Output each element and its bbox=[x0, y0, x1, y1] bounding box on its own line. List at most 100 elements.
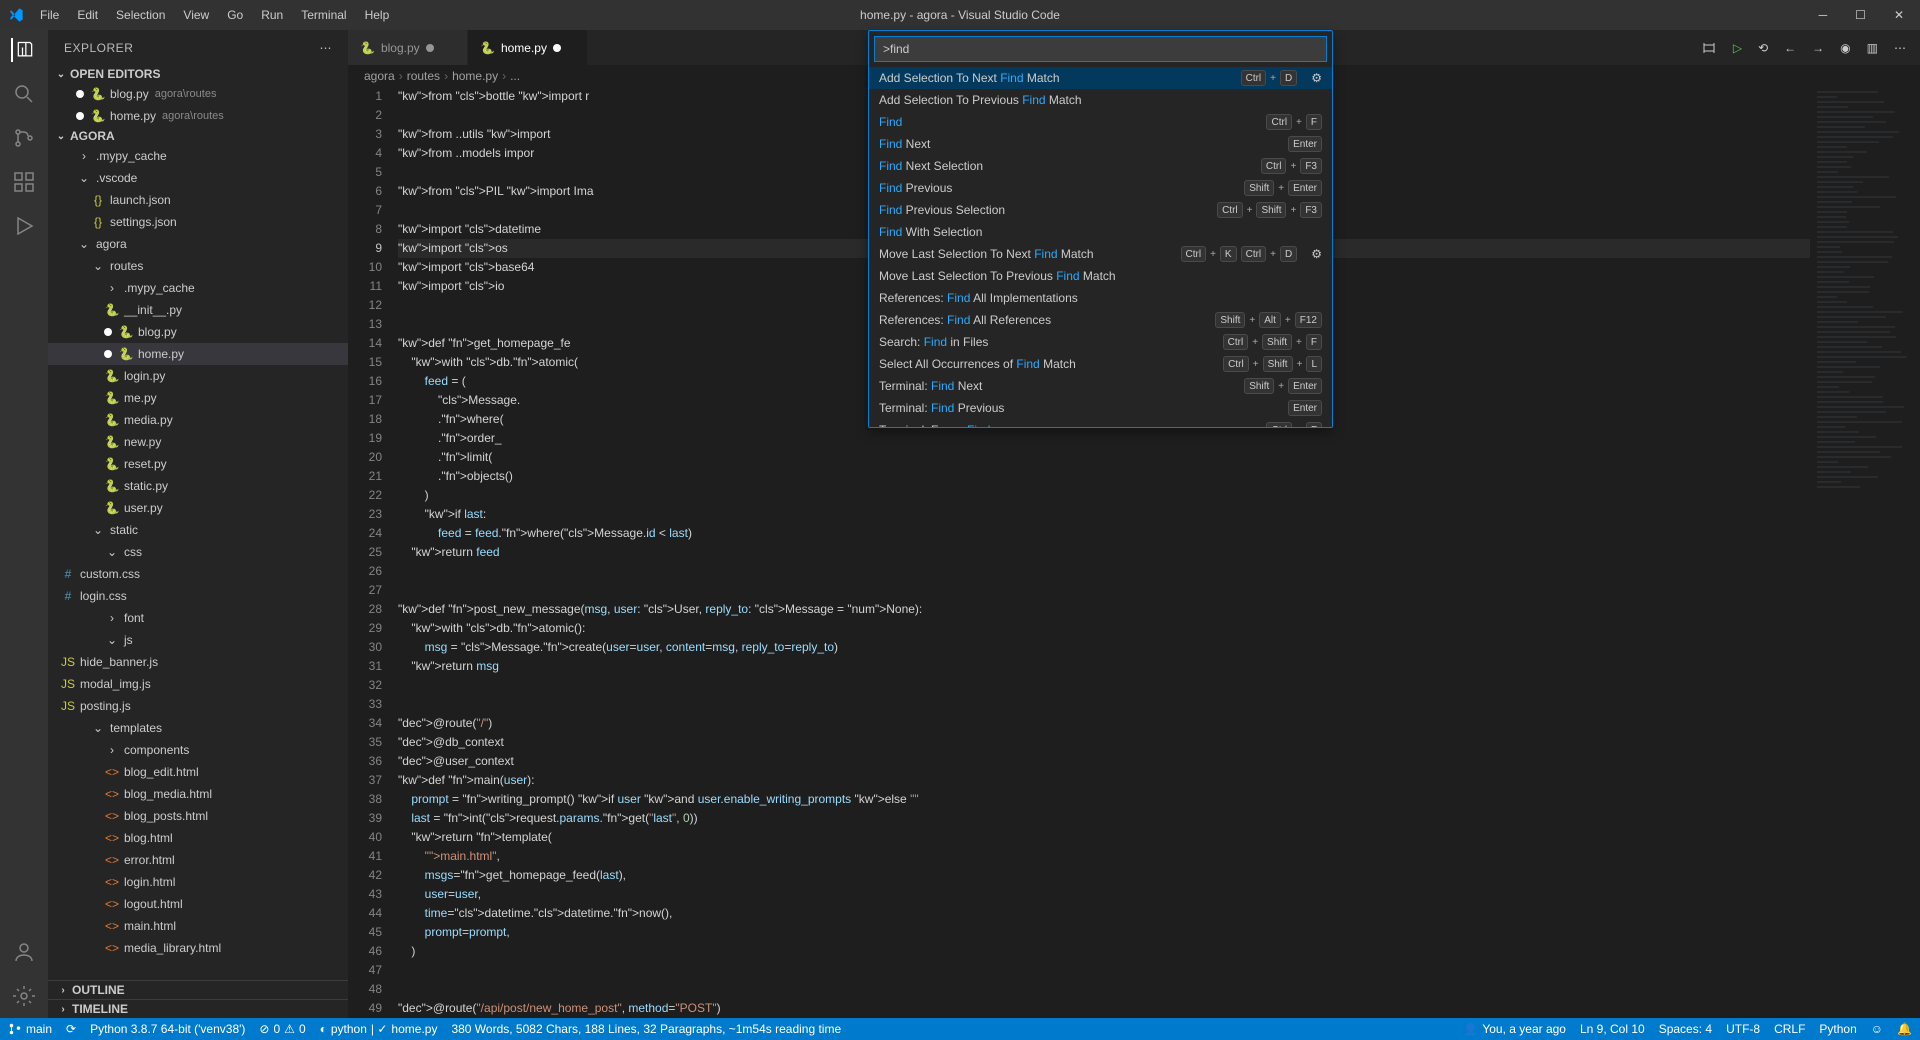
folder-item[interactable]: ⌄static bbox=[48, 519, 348, 541]
compare-icon[interactable] bbox=[1699, 38, 1719, 58]
palette-item[interactable]: Find Next SelectionCtrl+F3 bbox=[869, 155, 1332, 177]
accounts-icon[interactable] bbox=[12, 940, 36, 964]
file-item[interactable]: <>logout.html bbox=[48, 893, 348, 915]
file-item[interactable]: 🐍blog.py bbox=[48, 321, 348, 343]
palette-item[interactable]: Add Selection To Previous Find Match bbox=[869, 89, 1332, 111]
breadcrumb-item[interactable]: home.py bbox=[452, 69, 498, 83]
settings-gear-icon[interactable] bbox=[12, 984, 36, 1008]
file-item[interactable]: <>login.html bbox=[48, 871, 348, 893]
folder-item[interactable]: ›.mypy_cache bbox=[48, 145, 348, 167]
file-item[interactable]: 🐍new.py bbox=[48, 431, 348, 453]
file-item[interactable]: 🐍__init__.py bbox=[48, 299, 348, 321]
palette-item[interactable]: Find PreviousShift+Enter bbox=[869, 177, 1332, 199]
next-icon[interactable]: → bbox=[1810, 39, 1826, 57]
file-item[interactable]: JShide_banner.js bbox=[48, 651, 348, 673]
palette-item[interactable]: Move Last Selection To Previous Find Mat… bbox=[869, 265, 1332, 287]
run-icon[interactable]: ▷ bbox=[1731, 39, 1744, 57]
status-blame[interactable]: 👤 You, a year ago bbox=[1463, 1022, 1566, 1036]
file-item[interactable]: JSposting.js bbox=[48, 695, 348, 717]
open-editor-item[interactable]: 🐍blog.pyagora\routes bbox=[48, 83, 348, 105]
folder-item[interactable]: ›font bbox=[48, 607, 348, 629]
folder-item[interactable]: ›.mypy_cache bbox=[48, 277, 348, 299]
file-item[interactable]: <>blog_edit.html bbox=[48, 761, 348, 783]
menu-help[interactable]: Help bbox=[357, 4, 398, 26]
close-button[interactable]: ✕ bbox=[1886, 4, 1912, 26]
status-language[interactable]: Python bbox=[1819, 1022, 1856, 1036]
file-item[interactable]: {}launch.json bbox=[48, 189, 348, 211]
search-icon[interactable] bbox=[12, 82, 36, 106]
status-stats[interactable]: 380 Words, 5082 Chars, 188 Lines, 32 Par… bbox=[451, 1022, 841, 1036]
minimap[interactable] bbox=[1810, 87, 1920, 1018]
status-sync[interactable]: ⟳ bbox=[66, 1022, 76, 1036]
palette-item[interactable]: Find Previous SelectionCtrl+Shift+F3 bbox=[869, 199, 1332, 221]
palette-item[interactable]: Select All Occurrences of Find MatchCtrl… bbox=[869, 353, 1332, 375]
folder-item[interactable]: ⌄js bbox=[48, 629, 348, 651]
status-encoding[interactable]: UTF-8 bbox=[1726, 1022, 1760, 1036]
status-lsp[interactable]: ◐ python | ✓ home.py bbox=[320, 1022, 438, 1036]
more-actions-icon[interactable]: ⋯ bbox=[1892, 39, 1908, 57]
file-item[interactable]: 🐍media.py bbox=[48, 409, 348, 431]
file-item[interactable]: <>blog_posts.html bbox=[48, 805, 348, 827]
status-eol[interactable]: CRLF bbox=[1774, 1022, 1805, 1036]
palette-item[interactable]: Search: Find in FilesCtrl+Shift+F bbox=[869, 331, 1332, 353]
file-item[interactable]: <>blog_media.html bbox=[48, 783, 348, 805]
command-palette-input[interactable] bbox=[874, 36, 1327, 62]
timeline-header[interactable]: ›TIMELINE bbox=[48, 999, 348, 1018]
git-icon[interactable]: ◉ bbox=[1838, 39, 1852, 57]
palette-item[interactable]: Terminal: Find NextShift+Enter bbox=[869, 375, 1332, 397]
file-item[interactable]: JSmodal_img.js bbox=[48, 673, 348, 695]
folder-item[interactable]: ⌄templates bbox=[48, 717, 348, 739]
menu-go[interactable]: Go bbox=[219, 4, 251, 26]
source-control-icon[interactable] bbox=[12, 126, 36, 150]
file-item[interactable]: 🐍user.py bbox=[48, 497, 348, 519]
file-item[interactable]: 🐍reset.py bbox=[48, 453, 348, 475]
palette-item[interactable]: FindCtrl+F bbox=[869, 111, 1332, 133]
gear-icon[interactable]: ⚙ bbox=[1311, 71, 1322, 85]
file-item[interactable]: 🐍me.py bbox=[48, 387, 348, 409]
menu-terminal[interactable]: Terminal bbox=[293, 4, 354, 26]
editor-tab[interactable]: 🐍home.py bbox=[468, 30, 588, 65]
file-item[interactable]: 🐍static.py bbox=[48, 475, 348, 497]
palette-item[interactable]: Add Selection To Next Find MatchCtrl+D⚙ bbox=[869, 67, 1332, 89]
folder-item[interactable]: ⌄routes bbox=[48, 255, 348, 277]
palette-item[interactable]: Find With Selection bbox=[869, 221, 1332, 243]
workspace-header[interactable]: ⌄AGORA bbox=[48, 127, 348, 145]
prev-icon[interactable]: ← bbox=[1782, 39, 1798, 57]
status-spaces[interactable]: Spaces: 4 bbox=[1659, 1022, 1712, 1036]
breadcrumb-item[interactable]: routes bbox=[407, 69, 440, 83]
folder-item[interactable]: ⌄css bbox=[48, 541, 348, 563]
palette-item[interactable]: References: Find All Implementations bbox=[869, 287, 1332, 309]
split-icon[interactable]: ▥ bbox=[1865, 39, 1880, 57]
file-item[interactable]: 🐍home.py bbox=[48, 343, 348, 365]
debug-icon[interactable]: ⟲ bbox=[1756, 39, 1770, 57]
file-item[interactable]: {}settings.json bbox=[48, 211, 348, 233]
file-item[interactable]: #custom.css bbox=[48, 563, 348, 585]
palette-item[interactable]: Terminal: Find PreviousEnter bbox=[869, 397, 1332, 419]
palette-item[interactable]: Terminal: Focus FindCtrl+F bbox=[869, 419, 1332, 427]
menu-run[interactable]: Run bbox=[253, 4, 291, 26]
file-item[interactable]: <>blog.html bbox=[48, 827, 348, 849]
file-item[interactable]: <>media_library.html bbox=[48, 937, 348, 959]
status-problems[interactable]: ⊘ 0 ⚠ 0 bbox=[259, 1022, 305, 1036]
open-editor-item[interactable]: 🐍home.pyagora\routes bbox=[48, 105, 348, 127]
editor-tab[interactable]: 🐍blog.py bbox=[348, 30, 468, 65]
status-python[interactable]: Python 3.8.7 64-bit ('venv38') bbox=[90, 1022, 245, 1036]
status-branch[interactable]: main bbox=[8, 1022, 52, 1036]
status-feedback-icon[interactable]: ☺ bbox=[1871, 1022, 1883, 1036]
menu-view[interactable]: View bbox=[175, 4, 217, 26]
file-item[interactable]: #login.css bbox=[48, 585, 348, 607]
menu-file[interactable]: File bbox=[32, 4, 67, 26]
extensions-icon[interactable] bbox=[12, 170, 36, 194]
status-bell-icon[interactable]: 🔔 bbox=[1897, 1022, 1912, 1036]
breadcrumb-item[interactable]: ... bbox=[510, 69, 520, 83]
folder-item[interactable]: ⌄.vscode bbox=[48, 167, 348, 189]
palette-item[interactable]: Move Last Selection To Next Find MatchCt… bbox=[869, 243, 1332, 265]
more-icon[interactable]: ⋯ bbox=[320, 41, 333, 55]
folder-item[interactable]: ⌄agora bbox=[48, 233, 348, 255]
palette-item[interactable]: References: Find All ReferencesShift+Alt… bbox=[869, 309, 1332, 331]
explorer-icon[interactable] bbox=[11, 38, 35, 62]
file-item[interactable]: 🐍login.py bbox=[48, 365, 348, 387]
breadcrumb-item[interactable]: agora bbox=[364, 69, 395, 83]
file-item[interactable]: <>error.html bbox=[48, 849, 348, 871]
outline-header[interactable]: ›OUTLINE bbox=[48, 980, 348, 999]
